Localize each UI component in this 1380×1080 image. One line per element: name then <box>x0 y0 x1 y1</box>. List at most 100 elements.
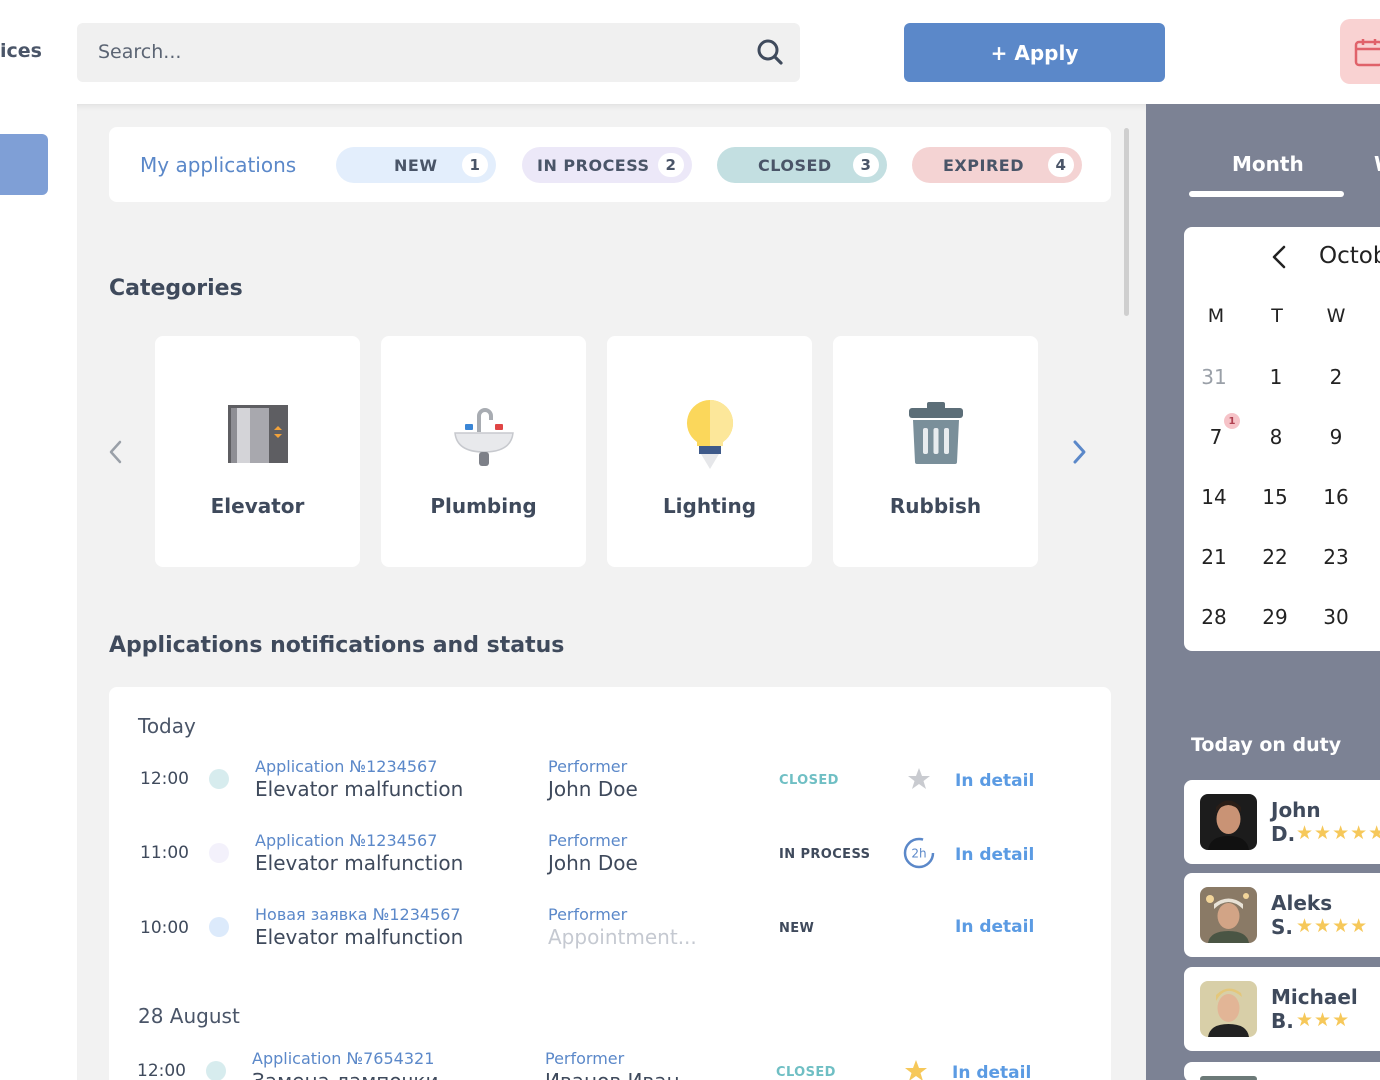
duty-last-name: B. <box>1271 1009 1294 1033</box>
prev-month-arrow-icon[interactable] <box>1270 244 1288 270</box>
day-notification-badge: 1 <box>1224 413 1240 429</box>
application-title: Elevator malfunction <box>255 925 464 949</box>
calendar-day[interactable]: 30 <box>1319 605 1353 629</box>
star-icon[interactable] <box>905 765 933 793</box>
sidebar-item-services[interactable]: ices <box>0 40 42 62</box>
filter-closed[interactable]: CLOSED 3 <box>717 147 887 183</box>
calendar-icon <box>1354 39 1380 67</box>
notifications-panel: Today 12:00 Application №1234567 Elevato… <box>109 687 1111 1080</box>
filter-new[interactable]: NEW 1 <box>336 147 496 183</box>
row-time: 12:00 <box>137 1061 186 1080</box>
calendar-day[interactable]: 23 <box>1319 545 1353 569</box>
performer-label: Performer <box>548 757 628 776</box>
calendar-day[interactable]: 28 <box>1197 605 1231 629</box>
filter-in-process[interactable]: IN PROCESS 2 <box>522 147 692 183</box>
duty-person-card[interactable] <box>1184 1062 1380 1080</box>
duty-person-card[interactable]: John D. ★★★★★ <box>1184 780 1380 864</box>
application-number[interactable]: Application №1234567 <box>255 757 437 776</box>
calendar-day[interactable]: 22 <box>1258 545 1292 569</box>
duty-person-card[interactable]: Michael B. ★★★ <box>1184 967 1380 1051</box>
calendar-day[interactable]: 8 <box>1259 425 1293 449</box>
duty-first-name: Aleks <box>1271 891 1333 915</box>
weekday-label: W <box>1326 305 1346 327</box>
timer-label: 2h <box>911 847 926 861</box>
category-elevator-label: Elevator <box>210 494 305 518</box>
category-lighting-label: Lighting <box>662 494 757 518</box>
filter-expired[interactable]: EXPIRED 4 <box>912 147 1082 183</box>
tab-week[interactable]: W <box>1374 152 1380 176</box>
duty-person-card[interactable]: Aleks S. ★★★★ <box>1184 873 1380 957</box>
application-number[interactable]: Application №7654321 <box>252 1049 434 1068</box>
calendar-day[interactable]: 7 <box>1199 425 1233 449</box>
avatar <box>1200 1076 1257 1080</box>
performer-name: Иванов Иван <box>545 1069 680 1080</box>
notification-row[interactable]: 12:00 Application №7654321 Замена лампоч… <box>106 1049 1108 1080</box>
rating-stars: ★★★ <box>1296 1009 1351 1031</box>
filter-expired-count: 4 <box>1048 153 1074 177</box>
performer-name: John Doe <box>548 777 638 801</box>
apply-button[interactable]: + Apply <box>904 23 1165 82</box>
category-lighting[interactable]: Lighting <box>607 336 812 567</box>
calendar-day[interactable]: 16 <box>1319 485 1353 509</box>
calendar-day[interactable]: 21 <box>1197 545 1231 569</box>
in-detail-link[interactable]: In detail <box>952 1063 1031 1080</box>
filter-expired-label: EXPIRED <box>943 155 1024 175</box>
sink-icon <box>454 408 514 466</box>
status-badge: NEW <box>779 921 815 936</box>
search-icon[interactable] <box>756 38 784 66</box>
calendar-day[interactable]: 15 <box>1258 485 1292 509</box>
elevator-icon <box>228 405 288 463</box>
in-detail-link[interactable]: In detail <box>955 917 1034 937</box>
filter-in-process-label: IN PROCESS <box>537 155 650 175</box>
in-detail-link[interactable]: In detail <box>955 845 1034 865</box>
duty-last-name: D. <box>1271 822 1296 846</box>
calendar-day[interactable]: 9 <box>1319 425 1353 449</box>
filter-closed-count: 3 <box>853 153 879 177</box>
calendar-day[interactable]: 31 <box>1197 365 1231 389</box>
category-rubbish-label: Rubbish <box>889 494 982 518</box>
in-detail-link[interactable]: In detail <box>955 771 1034 791</box>
row-time: 10:00 <box>140 918 189 938</box>
notification-row[interactable]: 11:00 Application №1234567 Elevator malf… <box>109 831 1111 881</box>
categories-next-arrow-icon[interactable] <box>1069 438 1089 466</box>
today-on-duty-title: Today on duty <box>1191 734 1342 756</box>
category-plumbing[interactable]: Plumbing <box>381 336 586 567</box>
calendar-day[interactable]: 1 <box>1259 365 1293 389</box>
calendar-day[interactable]: 14 <box>1197 485 1231 509</box>
timer-icon: 2h <box>903 837 935 869</box>
filter-in-process-count: 2 <box>658 153 684 177</box>
performer-name: John Doe <box>548 851 638 875</box>
star-icon[interactable] <box>902 1057 930 1080</box>
rating-stars: ★★★★ <box>1296 915 1369 937</box>
status-badge: IN PROCESS <box>779 847 871 862</box>
application-title: Elevator malfunction <box>255 851 464 875</box>
filter-closed-label: CLOSED <box>758 155 832 175</box>
tab-month[interactable]: Month <box>1232 152 1304 176</box>
status-dot <box>209 843 229 863</box>
search-input[interactable]: Search... <box>77 23 800 82</box>
category-elevator[interactable]: Elevator <box>155 336 360 567</box>
day-label: Today <box>138 714 196 738</box>
duty-first-name: Michael <box>1271 985 1358 1009</box>
calendar-day[interactable]: 2 <box>1319 365 1353 389</box>
categories-title: Categories <box>109 276 243 301</box>
performer-name: Appointment... <box>548 925 697 949</box>
calendar-button[interactable] <box>1340 19 1380 84</box>
duty-first-name: John <box>1271 798 1321 822</box>
application-number[interactable]: Новая заявка №1234567 <box>255 905 461 924</box>
sidebar-active-item[interactable] <box>0 134 48 195</box>
notification-row[interactable]: 10:00 Новая заявка №1234567 Elevator mal… <box>109 905 1111 955</box>
performer-label: Performer <box>548 905 628 924</box>
performer-label: Performer <box>545 1049 625 1068</box>
calendar-day[interactable]: 29 <box>1258 605 1292 629</box>
main-scrollbar[interactable] <box>1124 128 1129 316</box>
weekday-label: M <box>1207 305 1225 327</box>
application-number[interactable]: Application №1234567 <box>255 831 437 850</box>
status-dot <box>206 1061 226 1080</box>
avatar <box>1200 981 1257 1037</box>
light-bulb-icon <box>686 400 734 469</box>
categories-prev-arrow-icon[interactable] <box>106 438 126 466</box>
notification-row[interactable]: 12:00 Application №1234567 Elevator malf… <box>109 757 1111 807</box>
my-applications-title[interactable]: My applications <box>140 153 296 177</box>
category-rubbish[interactable]: Rubbish <box>833 336 1038 567</box>
